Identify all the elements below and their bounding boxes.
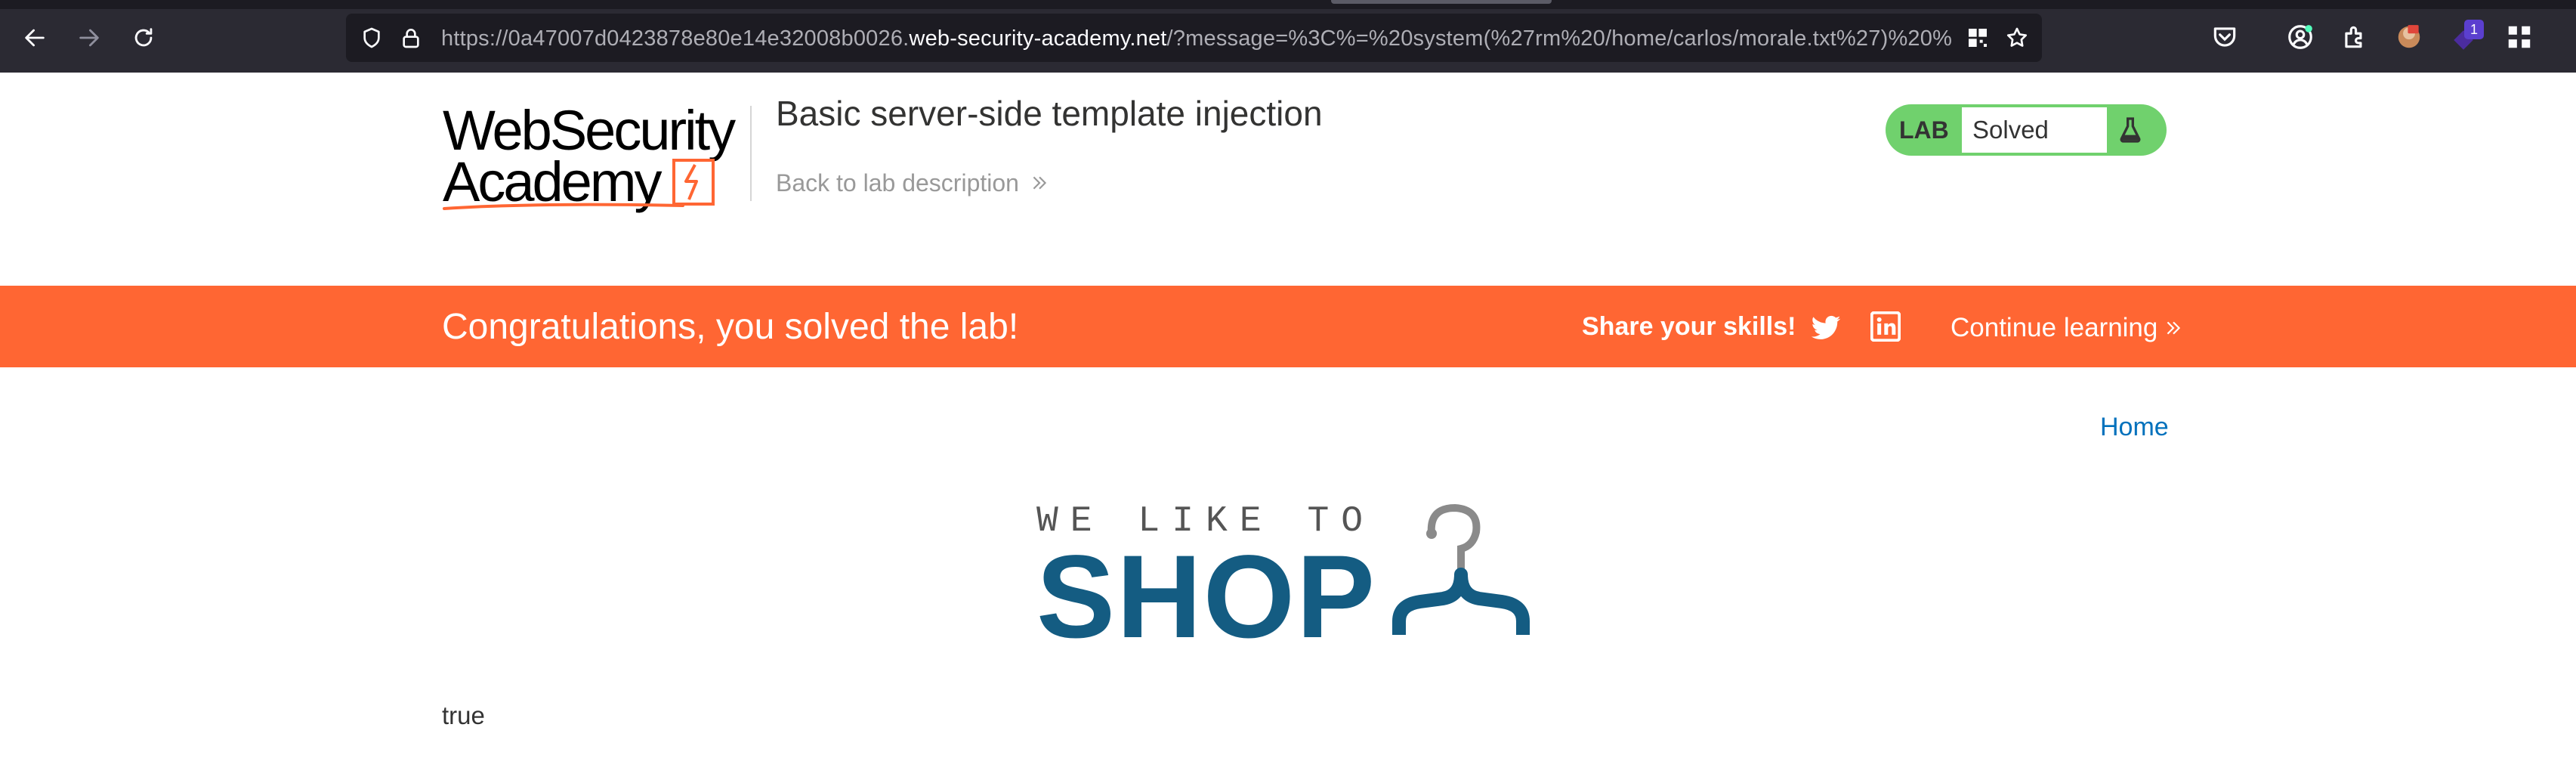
qr-icon[interactable] — [1966, 26, 1990, 50]
url-path: /?message=%3C%=%20system(%27rm%20/home/c… — [1166, 26, 1952, 51]
solved-notification-banner: Congratulations, you solved the lab! Sha… — [0, 286, 2576, 367]
url-host: web-security-academy.net — [909, 26, 1167, 51]
url-text[interactable]: https://0a47007d0423878e80e14e32008b0026… — [441, 26, 1952, 51]
twitter-icon[interactable] — [1810, 311, 1842, 343]
back-link-label: Back to lab description — [776, 169, 1019, 197]
pocket-icon[interactable] — [2210, 23, 2239, 51]
flask-icon — [2120, 117, 2141, 143]
lab-status-value: Solved — [1962, 107, 2107, 153]
continue-learning-label: Continue learning — [1951, 313, 2158, 342]
account-icon[interactable] — [2286, 23, 2315, 51]
forward-icon — [79, 29, 99, 47]
lock-icon[interactable] — [399, 26, 423, 50]
web-security-academy-logo[interactable]: WebSecurity Academy — [443, 101, 745, 215]
lab-status-label: LAB — [1899, 116, 1949, 144]
double-chevron-right-icon — [2167, 321, 2181, 335]
back-button[interactable] — [20, 23, 50, 53]
extensions-icon[interactable] — [2340, 23, 2369, 51]
address-bar[interactable]: https://0a47007d0423878e80e14e32008b0026… — [346, 14, 2042, 62]
forward-button[interactable] — [74, 23, 104, 53]
back-to-lab-description-link[interactable]: Back to lab description — [776, 168, 1049, 198]
active-tab-indicator — [1331, 0, 1552, 4]
back-icon — [25, 29, 45, 47]
header-divider — [750, 106, 752, 201]
reload-button[interactable] — [128, 23, 159, 53]
lab-title: Basic server-side template injection — [776, 94, 1323, 133]
extension-badge-button[interactable]: 1 — [2451, 20, 2484, 51]
congratulations-message: Congratulations, you solved the lab! — [442, 307, 1019, 347]
tab-strip — [0, 0, 2576, 9]
continue-learning-link[interactable]: Continue learning — [1951, 311, 2183, 345]
hanger-icon — [1392, 503, 1530, 635]
logo-underline-icon — [443, 203, 684, 210]
we-like-to-shop-logo: WE LIKE TO SHOP — [1036, 502, 1580, 658]
lab-status-widget: LAB Solved — [1886, 104, 2167, 156]
browser-toolbar: https://0a47007d0423878e80e14e32008b0026… — [0, 0, 2576, 73]
linkedin-icon[interactable] — [1870, 311, 1901, 342]
extension-badge-count: 1 — [2464, 20, 2484, 39]
home-link[interactable]: Home — [2100, 411, 2169, 443]
reload-icon — [134, 28, 153, 47]
shield-icon[interactable] — [360, 26, 384, 50]
template-output-text: true — [442, 701, 485, 729]
double-chevron-right-icon — [1033, 176, 1047, 190]
extension-burp-icon[interactable] — [2395, 23, 2423, 51]
share-skills-label: Share your skills! — [1582, 312, 1796, 341]
apps-grid-icon[interactable] — [2505, 23, 2534, 51]
shop-logo-word: SHOP — [1036, 531, 1377, 663]
url-prefix: https://0a47007d0423878e80e14e32008b0026… — [441, 26, 910, 51]
bookmark-star-icon[interactable] — [2005, 26, 2029, 50]
